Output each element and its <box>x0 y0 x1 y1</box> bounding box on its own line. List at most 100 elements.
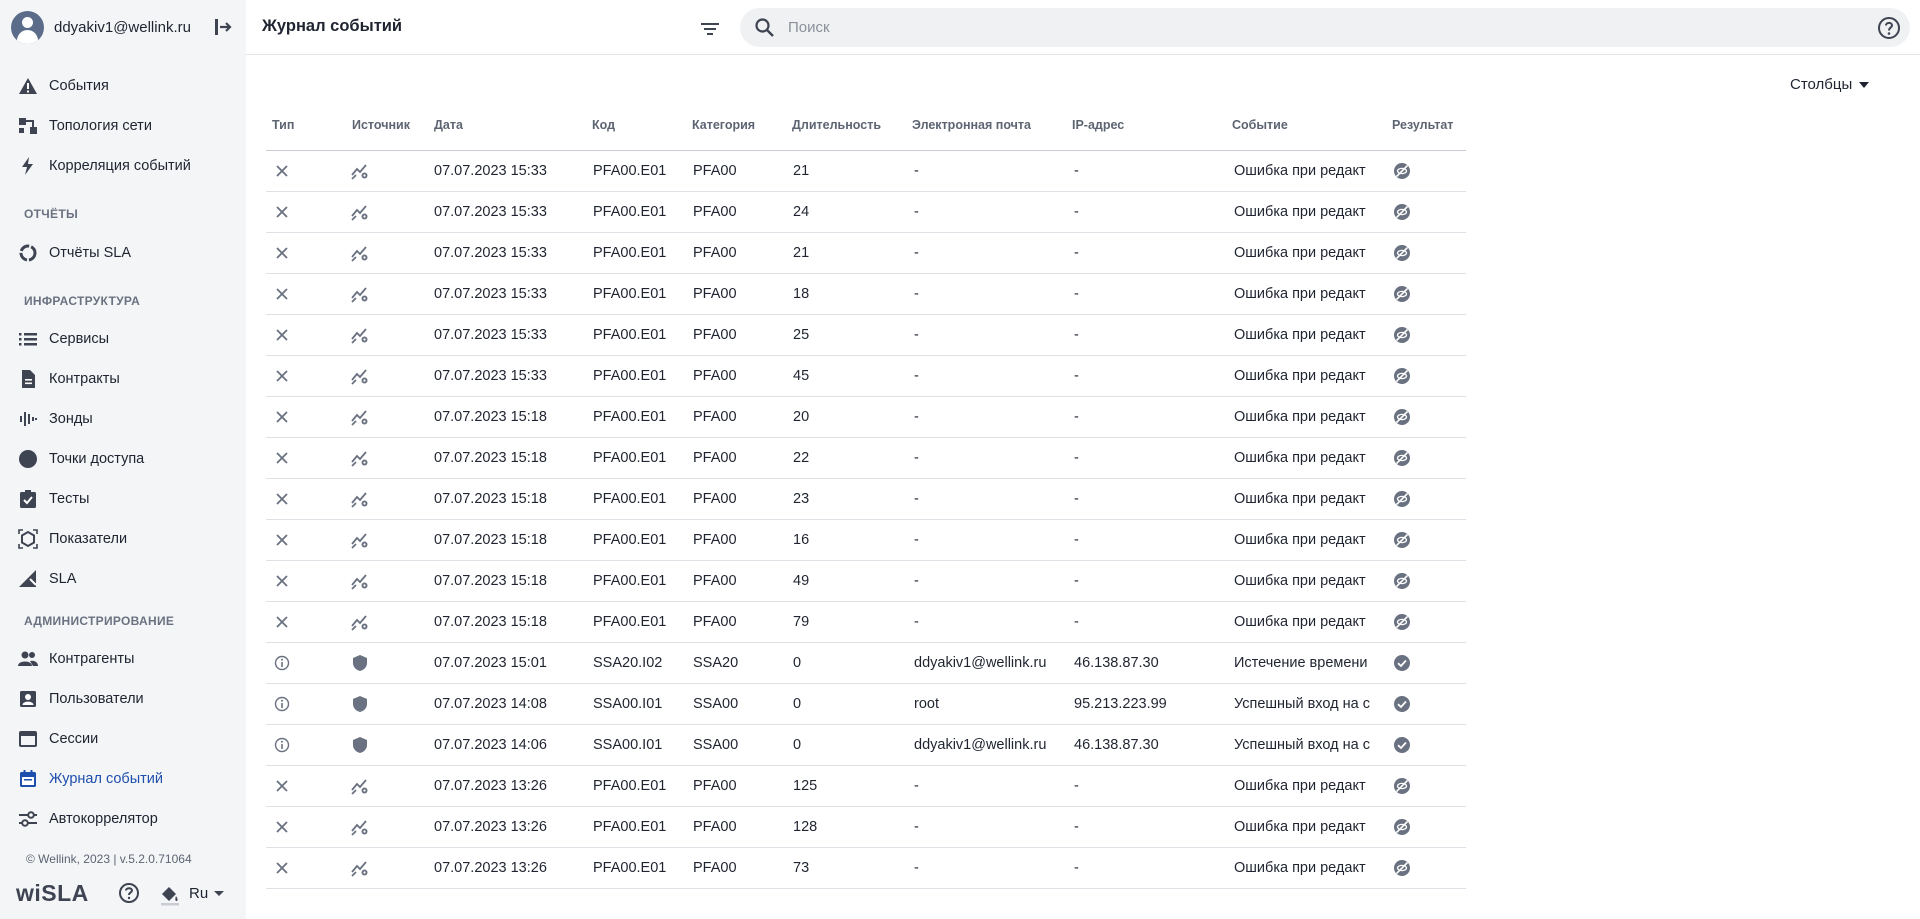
cell-category: PFA00 <box>693 245 737 261</box>
cell-category: PFA00 <box>693 163 737 179</box>
cell-event: Ошибка при редакт <box>1234 368 1366 384</box>
table-row[interactable]: 07.07.2023 15:33 PFA00.E01 PFA00 45 - - Ошибка… <box>266 356 1466 397</box>
cell-email: root <box>914 696 939 712</box>
help-icon[interactable] <box>118 882 140 904</box>
sidebar-item-contracts[interactable]: Контракты <box>0 361 238 397</box>
close-icon <box>266 561 298 601</box>
cell-date: 07.07.2023 15:33 <box>434 163 547 179</box>
column-header-date[interactable]: Дата <box>434 118 463 132</box>
table-row[interactable]: 07.07.2023 15:33 PFA00.E01 PFA00 25 - - Ошибка… <box>266 315 1466 356</box>
sidebar-item-sla-reports[interactable]: Отчёты SLA <box>0 235 238 271</box>
sidebar-item-tests[interactable]: Тесты <box>0 481 238 517</box>
sidebar-item-label: Точки доступа <box>49 451 145 467</box>
cell-duration: 0 <box>793 655 802 671</box>
cell-category: PFA00 <box>693 368 737 384</box>
sidebar-item-users[interactable]: Пользователи <box>0 681 238 717</box>
cell-duration: 0 <box>793 737 802 753</box>
help-icon[interactable] <box>1877 16 1901 40</box>
column-header-event[interactable]: Событие <box>1232 118 1288 132</box>
table-row[interactable]: 07.07.2023 15:18 PFA00.E01 PFA00 20 - - Ошибка… <box>266 397 1466 438</box>
column-header-type[interactable]: Тип <box>272 118 294 132</box>
info-icon <box>266 725 298 765</box>
close-icon <box>266 151 298 191</box>
probe-trend-icon <box>344 397 376 437</box>
cell-duration: 128 <box>793 819 818 835</box>
column-header-email[interactable]: Электронная почта <box>912 118 1031 132</box>
columns-button[interactable]: Столбцы <box>1790 76 1870 93</box>
cell-event: Ошибка при редакт <box>1234 286 1366 302</box>
cell-email: - <box>914 327 919 343</box>
close-icon <box>266 233 298 273</box>
probe-trend-icon <box>344 274 376 314</box>
calendar-icon <box>18 769 38 789</box>
theme-paint-icon[interactable] <box>159 884 181 906</box>
cell-duration: 0 <box>793 696 802 712</box>
sidebar-item-sla[interactable]: SLA <box>0 561 238 597</box>
close-icon <box>266 438 298 478</box>
sidebar-item-probes[interactable]: Зонды <box>0 401 238 437</box>
sidebar-item-topology[interactable]: Топология сети <box>0 108 238 144</box>
table-row[interactable]: 07.07.2023 15:18 PFA00.E01 PFA00 16 - - Ошибка… <box>266 520 1466 561</box>
logout-icon[interactable] <box>212 16 234 38</box>
cell-duration: 49 <box>793 573 810 589</box>
language-select[interactable]: Ru <box>189 885 225 902</box>
cell-email: - <box>914 573 919 589</box>
table-row[interactable]: 07.07.2023 14:08 SSA00.I01 SSA00 0 root 95.21… <box>266 684 1466 725</box>
sidebar-item-counterparties[interactable]: Контрагенты <box>0 641 238 677</box>
visibility-off-badge-icon <box>1384 315 1420 355</box>
sidebar-item-events[interactable]: События <box>0 68 238 104</box>
cell-event: Ошибка при редакт <box>1234 204 1366 220</box>
table-row[interactable]: 07.07.2023 15:33 PFA00.E01 PFA00 21 - - Ошибка… <box>266 151 1466 192</box>
cell-code: PFA00.E01 <box>593 204 667 220</box>
column-header-source[interactable]: Источник <box>352 118 410 132</box>
table-row[interactable]: 07.07.2023 13:26 PFA00.E01 PFA00 125 - - Ошибк… <box>266 766 1466 807</box>
table-row[interactable]: 07.07.2023 13:26 PFA00.E01 PFA00 128 - - Ошибк… <box>266 807 1466 848</box>
probe-trend-icon <box>344 356 376 396</box>
info-icon <box>266 643 298 683</box>
cell-duration: 21 <box>793 163 810 179</box>
search-input[interactable] <box>788 8 1848 47</box>
cell-duration: 22 <box>793 450 810 466</box>
sidebar-item-services[interactable]: Сервисы <box>0 321 238 357</box>
shield-icon <box>344 725 376 765</box>
column-header-code[interactable]: Код <box>592 118 615 132</box>
cell-duration: 24 <box>793 204 810 220</box>
page-title: Журнал событий <box>262 17 403 35</box>
sidebar-item-event-log[interactable]: Журнал событий <box>0 761 238 797</box>
visibility-off-badge-icon <box>1384 848 1420 888</box>
sidebar-item-access-points[interactable]: Точки доступа <box>0 441 238 477</box>
cell-code: PFA00.E01 <box>593 450 667 466</box>
cell-code: PFA00.E01 <box>593 245 667 261</box>
filter-icon[interactable] <box>698 17 722 41</box>
sidebar-item-correlation[interactable]: Корреляция событий <box>0 148 238 184</box>
table-row[interactable]: 07.07.2023 15:18 PFA00.E01 PFA00 79 - - Ошибка… <box>266 602 1466 643</box>
avatar[interactable] <box>11 10 44 44</box>
cell-ip: - <box>1074 163 1079 179</box>
table-row[interactable]: 07.07.2023 15:18 PFA00.E01 PFA00 23 - - Ошибка… <box>266 479 1466 520</box>
cell-ip: - <box>1074 614 1079 630</box>
table-row[interactable]: 07.07.2023 15:01 SSA20.I02 SSA20 0 ddyakiv1@… <box>266 643 1466 684</box>
table-row[interactable]: 07.07.2023 15:18 PFA00.E01 PFA00 22 - - Ошибка… <box>266 438 1466 479</box>
cell-ip: 46.138.87.30 <box>1074 737 1159 753</box>
column-header-result[interactable]: Результат <box>1392 118 1453 132</box>
table-row[interactable]: 07.07.2023 14:06 SSA00.I01 SSA00 0 ddyakiv1@… <box>266 725 1466 766</box>
sidebar-item-autocorrelator[interactable]: Автокоррелятор <box>0 801 238 836</box>
cell-ip: - <box>1074 532 1079 548</box>
cell-category: PFA00 <box>693 491 737 507</box>
table-row[interactable]: 07.07.2023 15:33 PFA00.E01 PFA00 24 - - Ошибка… <box>266 192 1466 233</box>
sidebar-item-metrics[interactable]: Показатели <box>0 521 238 557</box>
cell-code: PFA00.E01 <box>593 491 667 507</box>
column-header-ip[interactable]: IP-адрес <box>1072 118 1124 132</box>
table-row[interactable]: 07.07.2023 15:18 PFA00.E01 PFA00 49 - - Ошибка… <box>266 561 1466 602</box>
cell-date: 07.07.2023 15:33 <box>434 368 547 384</box>
column-header-duration[interactable]: Длительность <box>792 118 881 132</box>
table-row[interactable]: 07.07.2023 15:33 PFA00.E01 PFA00 18 - - Ошибка… <box>266 274 1466 315</box>
shield-icon <box>344 643 376 683</box>
cell-category: PFA00 <box>693 819 737 835</box>
column-header-category[interactable]: Категория <box>692 118 755 132</box>
table-row[interactable]: 07.07.2023 15:33 PFA00.E01 PFA00 21 - - Ошибка… <box>266 233 1466 274</box>
cell-event: Успешный вход на с <box>1234 737 1370 753</box>
sidebar-item-sessions[interactable]: Сессии <box>0 721 238 757</box>
table-row[interactable]: 07.07.2023 13:26 PFA00.E01 PFA00 73 - - Ошибка… <box>266 848 1466 889</box>
close-icon <box>266 315 298 355</box>
